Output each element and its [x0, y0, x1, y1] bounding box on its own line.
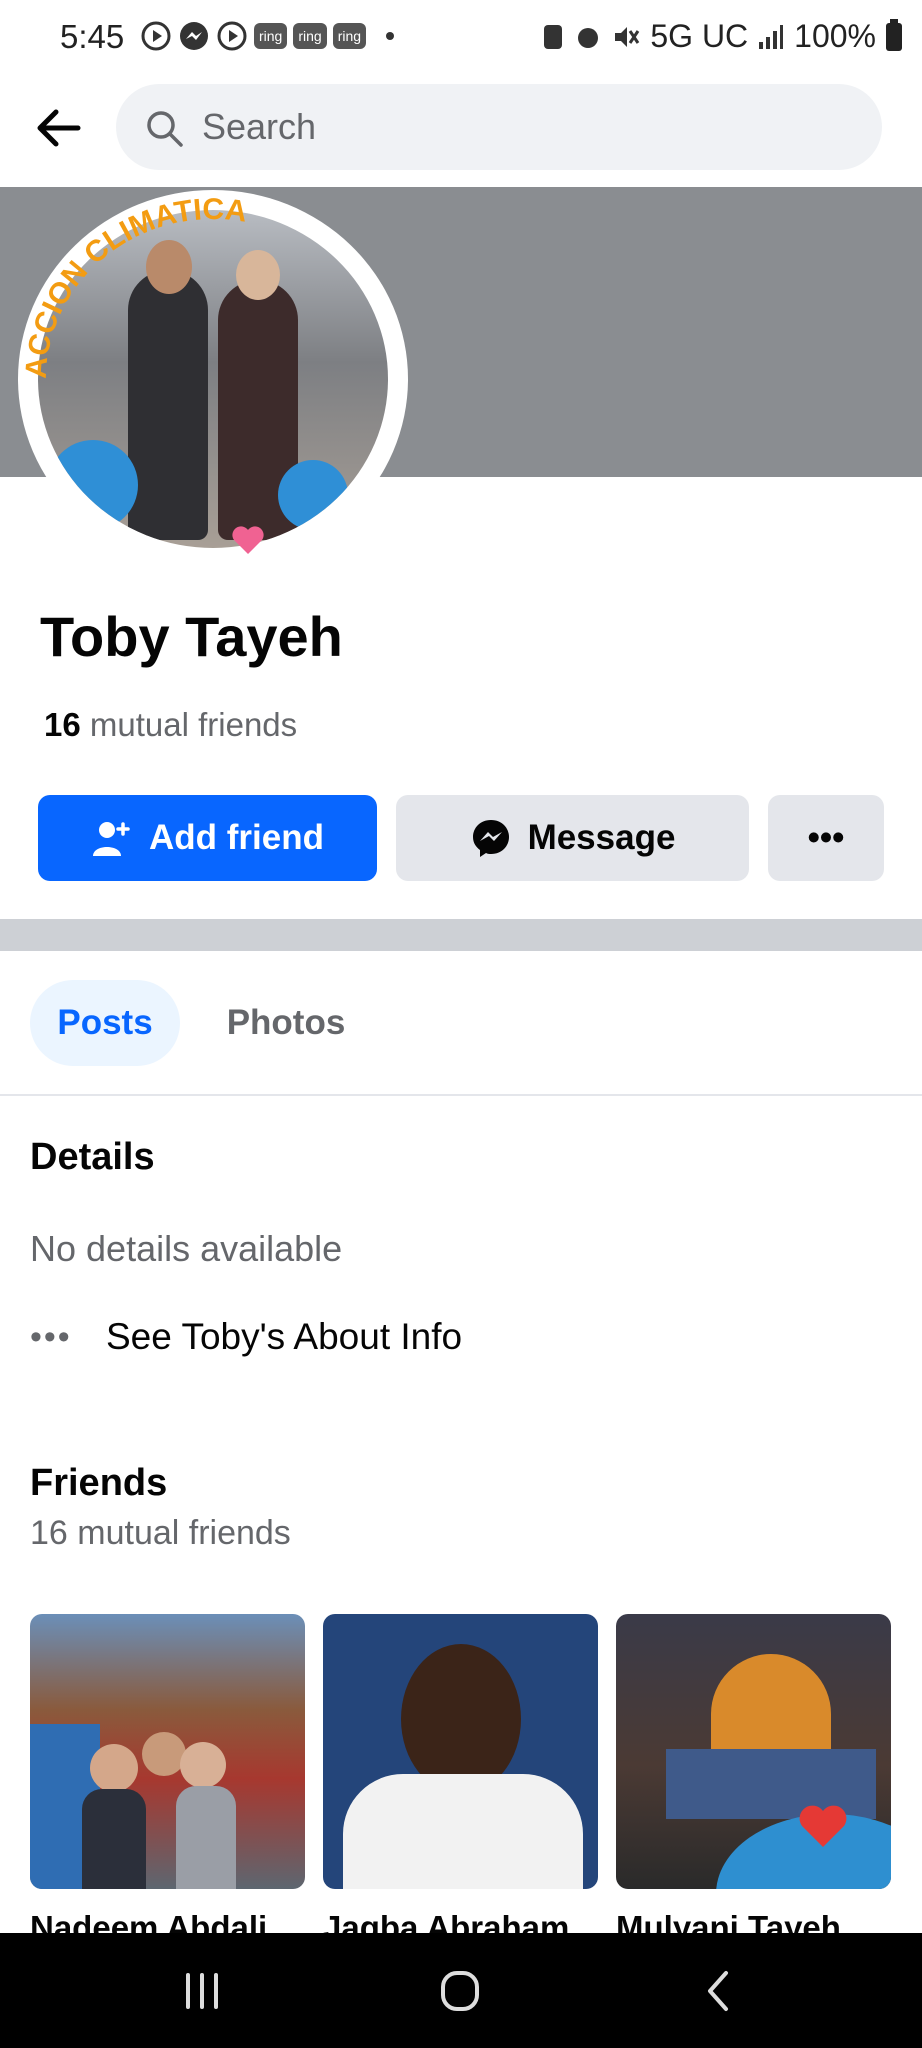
messenger-icon	[472, 820, 509, 857]
see-about-info-link[interactable]: ••• See Toby's About Info	[30, 1316, 462, 1358]
notification-icons: ring ring ring	[140, 20, 395, 52]
top-bar: Search	[0, 76, 922, 186]
add-friend-button[interactable]: Add friend	[38, 795, 377, 881]
mutual-friends-count[interactable]: 16 mutual friends	[44, 706, 297, 744]
profile-name: Toby Tayeh	[40, 605, 343, 668]
friends-title: Friends	[30, 1462, 168, 1504]
play-icon	[141, 21, 171, 51]
system-nav-bar	[0, 1933, 922, 2048]
mutual-count: 16	[44, 706, 81, 743]
friends-subtitle: 16 mutual friends	[30, 1514, 291, 1552]
tab-photos-label: Photos	[226, 1003, 346, 1042]
mutual-label: mutual friends	[89, 706, 298, 743]
more-dots-icon: •••	[807, 818, 845, 857]
add-person-icon	[93, 822, 130, 856]
status-right: 5G UC 100%	[542, 18, 902, 55]
recent-apps-button[interactable]	[162, 1963, 242, 2019]
mute-icon	[615, 26, 640, 47]
search-placeholder: Search	[202, 106, 317, 147]
heart-icon	[232, 526, 264, 554]
tab-photos[interactable]: Photos	[208, 980, 364, 1066]
more-notifications-dot	[386, 32, 395, 40]
tab-posts[interactable]: Posts	[30, 980, 180, 1066]
back-button[interactable]	[30, 100, 86, 156]
heart-icon	[799, 1805, 847, 1847]
back-chevron-icon	[708, 1971, 728, 2011]
search-icon	[147, 111, 183, 147]
battery-label: 100%	[794, 18, 876, 54]
status-bar: 5:45 ring ring ring 5G UC 100%	[0, 0, 922, 76]
messenger-icon	[180, 22, 208, 50]
play-icon	[217, 21, 247, 51]
back-nav-button[interactable]	[678, 1963, 758, 2019]
friend-card[interactable]: Nadeem Abdali	[30, 1614, 305, 1947]
ring-icon: ring	[254, 23, 288, 49]
frame-text: ACCION CLIMATICA	[20, 193, 249, 380]
home-button[interactable]	[420, 1963, 500, 2019]
tab-posts-label: Posts	[57, 1003, 153, 1042]
profile-picture[interactable]: ACCION CLIMATICA	[18, 190, 408, 568]
more-dots-icon: •••	[30, 1317, 72, 1356]
section-divider	[0, 919, 922, 951]
network-label: 5G UC	[650, 18, 749, 54]
home-icon	[441, 1971, 479, 2011]
alarm-icon	[578, 27, 599, 48]
search-input[interactable]: Search	[116, 84, 882, 170]
friend-photo	[323, 1614, 598, 1889]
lock-icon	[544, 24, 563, 49]
friend-photo	[30, 1614, 305, 1889]
status-time: 5:45	[60, 18, 125, 55]
battery-icon	[886, 18, 902, 51]
signal-icon	[759, 24, 784, 49]
tabs-divider	[0, 1094, 922, 1096]
details-empty-text: No details available	[30, 1228, 343, 1269]
back-arrow-icon	[37, 109, 81, 147]
add-friend-label: Add friend	[149, 818, 324, 857]
frame-text-accion: ACCION CLIMATICA	[20, 193, 249, 380]
friend-photo	[616, 1614, 891, 1889]
more-options-button[interactable]: •••	[768, 795, 884, 881]
see-about-info-label: See Toby's About Info	[106, 1316, 463, 1357]
message-label: Message	[527, 818, 676, 857]
message-button[interactable]: Message	[396, 795, 749, 881]
friend-card[interactable]: Jagba Abraham	[323, 1614, 598, 1947]
details-title: Details	[30, 1136, 155, 1178]
recent-apps-icon	[186, 1973, 218, 2009]
friend-card[interactable]: Mulyani Tayeh	[616, 1614, 891, 1947]
ring-icon: ring	[332, 23, 367, 49]
ring-icon: ring	[293, 23, 327, 49]
